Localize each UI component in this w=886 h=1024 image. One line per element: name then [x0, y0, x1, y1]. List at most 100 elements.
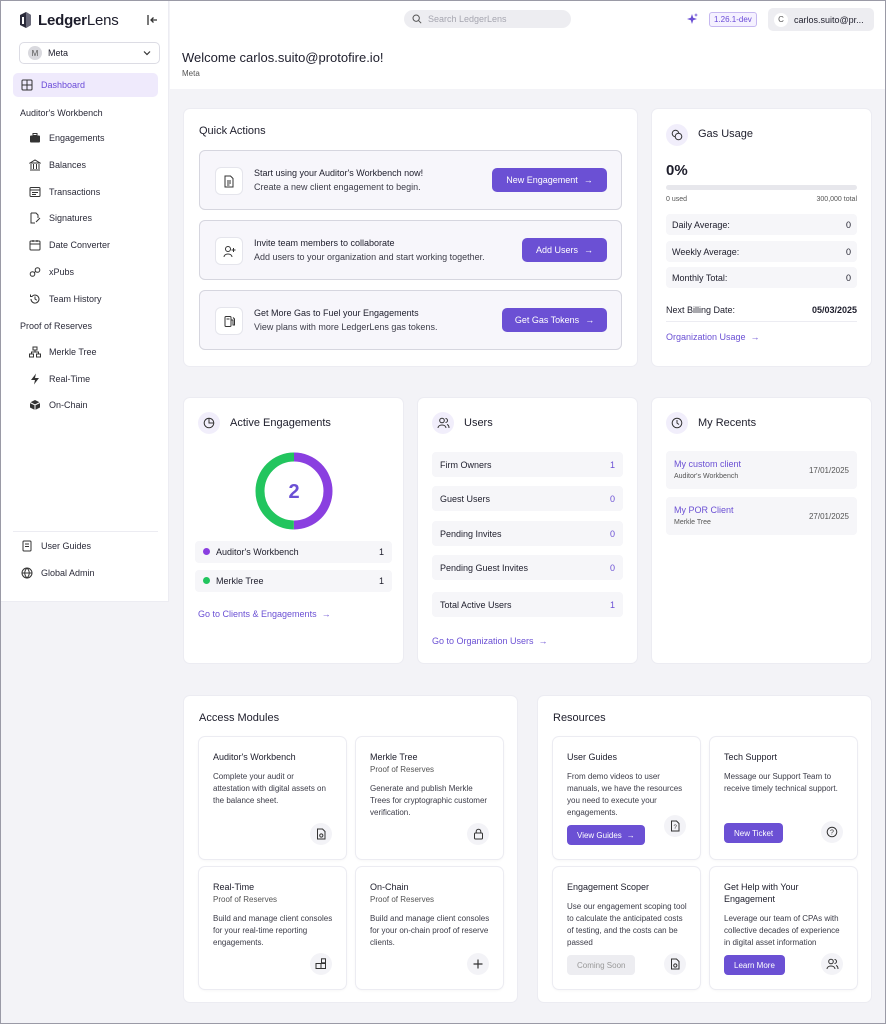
module-desc: Build and manage client consoles for you…	[213, 914, 333, 947]
organization-users-link[interactable]: Go to Organization Users →	[432, 636, 548, 646]
module-title: Real-Time	[213, 882, 255, 892]
gas-used: 0 used	[666, 196, 688, 203]
users-row-guest-users: Guest Users 0	[432, 486, 623, 511]
resource-desc: Message our Support Team to receive time…	[724, 772, 838, 793]
view-guides-button[interactable]: View Guides →	[567, 825, 645, 845]
add-user-icon	[215, 237, 243, 265]
resource-title: Engagement Scoper	[567, 882, 650, 892]
access-modules-card: Access Modules Auditor's Workbench Compl…	[184, 696, 517, 1002]
sidebar-item-on-chain[interactable]: On-Chain	[13, 393, 158, 417]
organization-usage-link[interactable]: Organization Usage →	[666, 332, 760, 342]
recent-client-module: Auditor's Workbench	[674, 473, 739, 480]
users-icon	[432, 412, 454, 434]
sidebar-item-label: Date Converter	[49, 240, 111, 250]
resource-get-help: Get Help with Your Engagement Leverage o…	[710, 867, 857, 989]
module-title: On-Chain	[370, 882, 409, 892]
search-input[interactable]	[428, 14, 558, 24]
sidebar-item-dashboard[interactable]: Dashboard	[13, 73, 158, 97]
gas-progress-bar	[666, 185, 857, 190]
users-row-pending-guest-invites: Pending Guest Invites 0	[432, 555, 623, 580]
users-row-firm-owners: Firm Owners 1	[432, 452, 623, 477]
clients-engagements-link[interactable]: Go to Clients & Engagements →	[198, 609, 331, 619]
sidebar-item-label: Balances	[49, 160, 87, 170]
sidebar-divider	[13, 531, 158, 532]
top-bar: 1.26.1-dev C carlos.suito@pr...	[170, 1, 885, 37]
chevron-down-icon	[143, 51, 151, 56]
gas-total: 300,000 total	[816, 196, 857, 203]
collapse-sidebar-icon[interactable]	[145, 13, 159, 27]
arrow-right-icon: →	[626, 830, 635, 840]
module-merkle-tree[interactable]: Merkle Tree Proof of Reserves Generate a…	[356, 737, 503, 859]
module-desc: Build and manage client consoles for you…	[370, 914, 490, 947]
learn-more-button[interactable]: Learn More	[724, 955, 785, 975]
quick-action-add-users: Invite team members to collaborate Add u…	[199, 220, 622, 280]
module-real-time[interactable]: Real-Time Proof of Reserves Build and ma…	[199, 867, 346, 989]
sidebar-item-signatures[interactable]: Signatures	[13, 206, 158, 230]
nav-section-proof-of-reserves: Proof of Reserves	[20, 321, 93, 331]
guide-book-icon	[22, 540, 32, 552]
app-logo[interactable]: LedgerLens	[19, 10, 119, 30]
resource-desc: From demo videos to user manuals, we hav…	[567, 772, 683, 817]
new-ticket-button[interactable]: New Ticket	[724, 823, 784, 843]
briefcase-icon	[30, 133, 40, 143]
add-users-button[interactable]: Add Users →	[522, 238, 607, 262]
sidebar-item-label: Dashboard	[41, 80, 86, 90]
sidebar-item-engagements[interactable]: Engagements	[13, 126, 158, 150]
quick-action-new-engagement: Start using your Auditor's Workbench now…	[199, 150, 622, 210]
sidebar-item-balances[interactable]: Balances	[13, 153, 158, 177]
globe-icon	[21, 567, 33, 579]
sidebar-item-date-converter[interactable]: Date Converter	[13, 233, 158, 257]
sparkle-icon[interactable]	[685, 12, 699, 26]
gas-daily-average-row: Daily Average: 0	[666, 214, 857, 235]
quick-action-title: Start using your Auditor's Workbench now…	[254, 168, 424, 178]
sidebar-item-xpubs[interactable]: xPubs	[13, 260, 158, 284]
sidebar-item-label: Merkle Tree	[49, 347, 97, 357]
sidebar-item-real-time[interactable]: Real-Time	[13, 367, 158, 391]
search-box[interactable]	[404, 10, 571, 28]
fuel-pump-icon	[215, 307, 243, 335]
user-avatar: C	[774, 12, 788, 27]
quick-action-title: Get More Gas to Fuel your Engagements	[254, 308, 419, 318]
arrow-right-icon: →	[584, 245, 594, 255]
sidebar-item-global-admin[interactable]: Global Admin	[13, 561, 158, 585]
recent-item[interactable]: My custom client Auditor's Workbench 17/…	[666, 451, 857, 489]
resource-desc: Use our engagement scoping tool to calcu…	[567, 902, 687, 947]
engagement-row-merkle-tree: Merkle Tree 1	[195, 570, 392, 592]
organization-selector[interactable]: M Meta	[19, 42, 160, 64]
module-on-chain[interactable]: On-Chain Proof of Reserves Build and man…	[356, 867, 503, 989]
sidebar-item-user-guides[interactable]: User Guides	[13, 534, 158, 558]
sidebar: LedgerLens M Meta Dashboard Auditor's Wo…	[1, 1, 169, 602]
sidebar-item-transactions[interactable]: Transactions	[13, 180, 158, 204]
nav-section-auditors-workbench: Auditor's Workbench	[20, 108, 103, 118]
recent-client-module: Merkle Tree	[674, 519, 711, 526]
module-auditors-workbench[interactable]: Auditor's Workbench Complete your audit …	[199, 737, 346, 859]
coins-icon	[666, 124, 688, 146]
module-subtitle: Proof of Reserves	[370, 895, 435, 904]
arrow-right-icon: →	[750, 332, 760, 342]
user-email: carlos.suito@pr...	[794, 14, 864, 25]
sidebar-item-label: Engagements	[49, 133, 105, 143]
quick-actions-card: Quick Actions Start using your Auditor's…	[184, 109, 637, 366]
recent-client-date: 17/01/2025	[808, 466, 849, 475]
active-engagements-title: Active Engagements	[230, 417, 331, 429]
users-row-pending-invites: Pending Invites 0	[432, 521, 623, 546]
cube-icon	[29, 400, 41, 410]
user-menu-button[interactable]: C carlos.suito@pr...	[768, 8, 874, 31]
sidebar-item-merkle-tree[interactable]: Merkle Tree	[13, 340, 158, 364]
resource-title: Tech Support	[724, 752, 778, 762]
users-icon	[821, 953, 843, 975]
app-name: LedgerLens	[38, 11, 119, 29]
arrow-right-icon: →	[583, 175, 593, 185]
next-billing-label: Next Billing Date:	[666, 305, 736, 315]
pie-chart-icon	[198, 412, 220, 434]
sidebar-item-team-history[interactable]: Team History	[13, 287, 158, 311]
get-gas-tokens-button[interactable]: Get Gas Tokens →	[502, 308, 607, 332]
recent-client-name: My custom client	[674, 459, 742, 469]
recents-title: My Recents	[698, 417, 757, 429]
users-card: Users Firm Owners 1 Guest Users 0 Pending …	[418, 398, 637, 663]
recent-item[interactable]: My POR Client Merkle Tree 27/01/2025	[666, 497, 857, 535]
new-engagement-button[interactable]: New Engagement →	[492, 168, 607, 192]
key-link-icon	[29, 267, 41, 277]
gas-usage-card: Gas Usage 0% 0 used 300,000 total Daily …	[652, 109, 871, 366]
next-billing-date: 05/03/2025	[811, 305, 857, 315]
